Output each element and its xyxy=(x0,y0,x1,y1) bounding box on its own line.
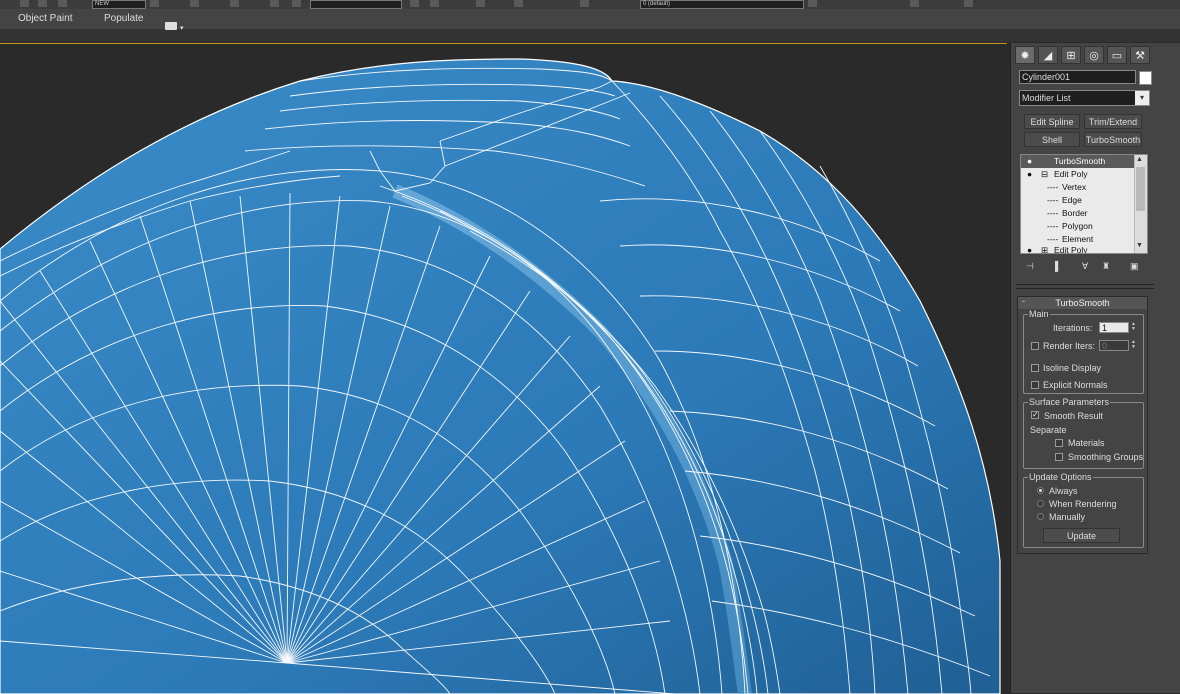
expand-icon[interactable]: ⊞ xyxy=(1041,244,1048,253)
stack-subitem-vertex[interactable]: ---- Vertex xyxy=(1021,181,1135,194)
ribbon: Object Paint Populate ▾ xyxy=(0,9,1180,32)
chevron-up-icon[interactable]: ▲ xyxy=(1136,156,1143,163)
close-icon[interactable] xyxy=(910,0,919,7)
perspective-viewport[interactable] xyxy=(0,43,1007,694)
stack-item-turbosmooth[interactable]: ● TurboSmooth xyxy=(1021,155,1135,168)
selection-filter-field[interactable]: NEW xyxy=(92,0,146,9)
lightbulb-icon[interactable]: ● xyxy=(1027,244,1032,253)
lightbulb-icon[interactable]: ● xyxy=(1027,155,1032,168)
always-radio[interactable] xyxy=(1037,487,1044,494)
named-selection-field[interactable] xyxy=(310,0,402,9)
isoline-display-checkbox[interactable] xyxy=(1031,364,1039,372)
rollout-header[interactable]: TurboSmooth - xyxy=(1018,296,1147,309)
smooth-result-checkbox[interactable]: ✓ xyxy=(1031,411,1039,419)
mirror-icon[interactable] xyxy=(270,0,279,7)
scene-explorer-icon[interactable] xyxy=(476,0,485,7)
iterations-spinner[interactable]: 1 xyxy=(1099,322,1129,333)
object-color-swatch[interactable] xyxy=(1139,71,1152,85)
lightbulb-icon[interactable]: ● xyxy=(1027,168,1032,181)
update-button[interactable]: Update xyxy=(1043,528,1120,543)
align-icon[interactable] xyxy=(410,0,419,7)
collapse-icon[interactable]: ⊟ xyxy=(1041,168,1048,181)
window-crossing-icon[interactable] xyxy=(58,0,67,7)
display-tab-icon[interactable]: ▭ xyxy=(1107,46,1127,64)
panel-divider xyxy=(1016,288,1154,289)
tab-populate[interactable]: Populate xyxy=(104,13,143,24)
turbosmooth-button[interactable]: TurboSmooth xyxy=(1084,132,1142,147)
main-group-title: Main xyxy=(1028,309,1050,319)
manually-radio[interactable] xyxy=(1037,513,1044,520)
configure-modifier-sets-icon[interactable]: ▣ xyxy=(1130,261,1139,272)
modifier-list-label: Modifier List xyxy=(1022,93,1071,103)
object-name-field[interactable]: Cylinder001 xyxy=(1019,70,1136,84)
surface-parameters-title: Surface Parameters xyxy=(1028,397,1111,407)
hierarchy-tab-icon[interactable]: ⊞ xyxy=(1061,46,1081,64)
make-unique-icon[interactable]: ∀ xyxy=(1082,261,1088,272)
panel-divider xyxy=(1016,284,1154,285)
shell-button[interactable]: Shell xyxy=(1024,132,1080,147)
motion-tab-icon[interactable]: ◎ xyxy=(1084,46,1104,64)
stack-scrollbar[interactable]: ▲ ▼ xyxy=(1134,155,1147,253)
select-region-icon[interactable] xyxy=(38,0,47,7)
show-end-result-icon[interactable]: ▌ xyxy=(1055,261,1061,271)
edit-spline-button[interactable]: Edit Spline xyxy=(1024,114,1080,129)
stack-tools: ⊣ ▌ ∀ ♜ ▣ xyxy=(1020,259,1150,273)
stack-subitem-polygon[interactable]: ---- Polygon xyxy=(1021,220,1135,233)
render-setup-icon[interactable] xyxy=(580,0,589,7)
collapse-icon[interactable]: - xyxy=(1022,296,1025,306)
main-toolbar: NEW 0 (default) xyxy=(0,0,1180,9)
smooth-result-label: Smooth Result xyxy=(1044,411,1104,421)
spinner-arrows-icon[interactable]: ▲ ▼ xyxy=(1130,322,1137,333)
spinner-arrows-icon[interactable]: ▲ ▼ xyxy=(1130,340,1137,351)
render-iters-label: Render Iters: xyxy=(1043,341,1096,351)
stack-subitem-border[interactable]: ---- Border xyxy=(1021,207,1135,220)
scrollbar-thumb[interactable] xyxy=(1136,167,1145,211)
layer-dropdown[interactable]: 0 (default) xyxy=(640,0,804,9)
explicit-normals-label: Explicit Normals xyxy=(1043,380,1108,390)
separate-label: Separate xyxy=(1030,425,1067,435)
stack-item-edit-poly[interactable]: ● ⊟ Edit Poly xyxy=(1021,168,1135,181)
materials-label: Materials xyxy=(1068,438,1105,448)
curve-editor-icon[interactable] xyxy=(514,0,523,7)
modifier-list-dropdown[interactable]: Modifier List ▾ xyxy=(1019,90,1150,106)
smoothing-groups-label: Smoothing Groups xyxy=(1068,452,1144,462)
layer-icon[interactable] xyxy=(430,0,439,7)
stack-subitem-edge[interactable]: ---- Edge xyxy=(1021,194,1135,207)
render-iters-spinner[interactable]: 0 xyxy=(1099,340,1129,351)
when-rendering-radio[interactable] xyxy=(1037,500,1044,507)
render-iters-checkbox[interactable] xyxy=(1031,342,1039,350)
tab-object-paint[interactable]: Object Paint xyxy=(18,13,72,24)
move-icon[interactable] xyxy=(150,0,159,7)
workspace-icon[interactable] xyxy=(964,0,973,7)
rollout-title: TurboSmooth xyxy=(1055,298,1110,308)
rotate-icon[interactable] xyxy=(190,0,199,7)
smoothing-groups-checkbox[interactable] xyxy=(1055,453,1063,461)
ribbon-options-icon[interactable] xyxy=(165,22,177,30)
chevron-down-icon[interactable]: ▾ xyxy=(1135,91,1149,105)
remove-modifier-icon[interactable]: ♜ xyxy=(1102,261,1110,272)
materials-checkbox[interactable] xyxy=(1055,439,1063,447)
always-label: Always xyxy=(1049,486,1078,496)
pin-stack-icon[interactable]: ⊣ xyxy=(1026,261,1034,272)
when-rendering-label: When Rendering xyxy=(1049,499,1117,509)
update-options-title: Update Options xyxy=(1028,472,1093,482)
cylinder-mesh xyxy=(0,58,1001,694)
explicit-normals-checkbox[interactable] xyxy=(1031,381,1039,389)
stack-item-edit-poly-2[interactable]: ● ⊞ Edit Poly xyxy=(1021,244,1135,253)
manually-label: Manually xyxy=(1049,512,1086,522)
chevron-down-icon[interactable]: ▼ xyxy=(1136,242,1143,249)
create-tab-icon[interactable]: ✸ xyxy=(1015,46,1035,64)
mesh-wireframe xyxy=(0,58,1001,694)
layer-tools-icon[interactable] xyxy=(808,0,817,7)
iterations-label: Iterations: xyxy=(1053,323,1093,333)
isoline-display-label: Isoline Display xyxy=(1043,363,1102,373)
scale-icon[interactable] xyxy=(230,0,239,7)
modify-tab-icon[interactable]: ◢ xyxy=(1038,46,1058,64)
select-icon[interactable] xyxy=(20,0,29,7)
modifier-stack[interactable]: ● TurboSmooth ● ⊟ Edit Poly ---- Vertex -… xyxy=(1020,154,1148,254)
trim-extend-button[interactable]: Trim/Extend xyxy=(1084,114,1142,129)
abc-icon[interactable] xyxy=(292,0,301,7)
utilities-tab-icon[interactable]: ⚒ xyxy=(1130,46,1150,64)
ribbon-spacer xyxy=(0,30,1180,42)
